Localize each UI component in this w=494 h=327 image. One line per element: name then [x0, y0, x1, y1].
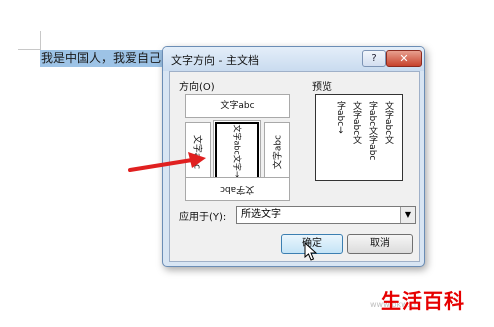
- orientation-horizontal-rotated-option[interactable]: 文字abc: [185, 177, 290, 201]
- preview-label: 预览: [312, 82, 332, 93]
- help-button[interactable]: ?: [362, 50, 386, 67]
- dialog-titlebar[interactable]: 文字方向 - 主文档 ? ✕: [163, 47, 424, 71]
- orientation-stacked-text: 文字abc文字→: [232, 124, 242, 178]
- preview-column: 文字abc文: [383, 101, 393, 145]
- red-arrow-annotation: [128, 152, 206, 172]
- dialog-title: 文字方向 - 主文档: [171, 54, 259, 67]
- selected-document-text[interactable]: 我是中国人，我爱自己的: [40, 50, 177, 67]
- preview-pane: 文字abc文 字abc文字abc 文字abc文 字abc→: [315, 94, 403, 181]
- preview-column: 字abc→: [335, 101, 345, 134]
- orientation-horizontal-rotated-text: 文字abc: [220, 184, 255, 194]
- orientation-horizontal-text: 文字abc: [220, 101, 255, 111]
- orientation-stacked-option[interactable]: 文字abc文字→: [213, 120, 261, 182]
- cancel-button[interactable]: 取消: [347, 234, 413, 254]
- apply-to-value: 所选文字: [241, 209, 281, 220]
- preview-column: 字abc文字abc: [367, 101, 377, 161]
- close-button[interactable]: ✕: [386, 50, 422, 67]
- apply-to-select[interactable]: 所选文字 ▼: [236, 206, 416, 224]
- watermark-logo: 生活百科: [381, 289, 465, 313]
- orientation-vertical-up-option[interactable]: 文字abc: [264, 122, 290, 181]
- preview-column: 文字abc文: [351, 101, 361, 145]
- orientation-horizontal-option[interactable]: 文字abc: [185, 94, 290, 118]
- orientation-label: 方向(O): [179, 82, 215, 93]
- chevron-down-icon[interactable]: ▼: [400, 207, 415, 223]
- mouse-pointer-icon: [304, 242, 318, 261]
- orientation-vertical-up-text: 文字abc: [273, 134, 284, 169]
- apply-to-label: 应用于(Y):: [179, 212, 227, 223]
- page-margin-marker: [18, 31, 41, 50]
